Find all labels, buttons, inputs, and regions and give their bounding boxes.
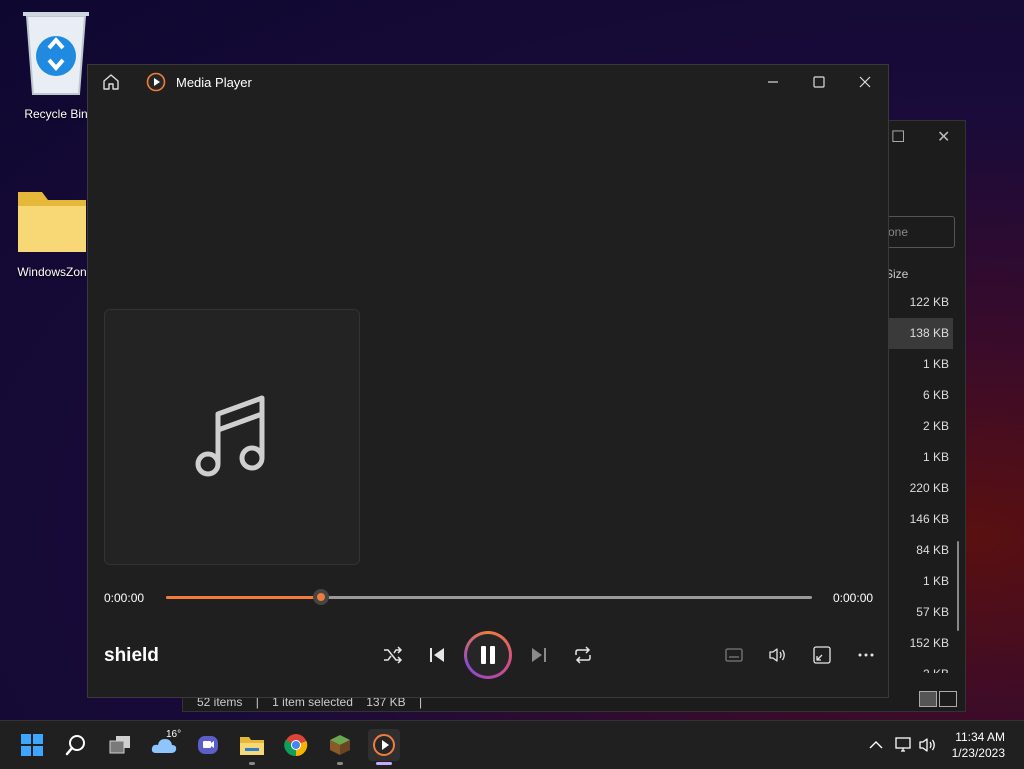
search-icon (65, 735, 85, 756)
captions-button[interactable] (718, 639, 750, 671)
captions-icon (725, 648, 743, 662)
mini-player-icon (813, 646, 831, 664)
file-size[interactable]: 1 KB (883, 349, 953, 380)
chrome-button[interactable] (280, 729, 312, 761)
media-player-icon (373, 734, 395, 756)
desktop-icon-recycle-bin[interactable]: Recycle Bin (14, 8, 98, 121)
close-icon (859, 76, 871, 88)
app-title: Media Player (176, 75, 252, 90)
file-size[interactable]: 1 KB (883, 566, 953, 597)
music-note-icon (195, 395, 265, 477)
search-input[interactable]: one (883, 216, 955, 248)
seek-bar-progress (166, 596, 322, 599)
minecraft-button[interactable] (324, 729, 356, 765)
seek-thumb[interactable] (313, 589, 330, 605)
home-icon[interactable] (102, 73, 120, 91)
repeat-button[interactable] (567, 639, 599, 671)
file-explorer-icon (240, 737, 264, 755)
taskbar: 16° 11:34 AM 1/23/2023 (0, 720, 1024, 769)
scrollbar[interactable] (957, 541, 959, 631)
previous-icon (430, 648, 444, 662)
pause-icon (481, 646, 495, 664)
maximize-button[interactable] (796, 65, 842, 99)
maximize-icon[interactable]: ☐ (891, 127, 905, 147)
network-icon (895, 737, 911, 752)
file-size[interactable]: 84 KB (883, 535, 953, 566)
shuffle-icon (384, 646, 403, 664)
desktop-icon-label: WindowsZon (17, 265, 87, 279)
minimize-icon (768, 81, 778, 83)
media-player-taskbar-button[interactable] (368, 729, 400, 765)
clock-date: 1/23/2023 (951, 746, 1005, 760)
teams-chat-icon (198, 736, 218, 754)
details-view-icon[interactable] (919, 691, 937, 707)
folder-icon (18, 192, 86, 252)
volume-icon (769, 648, 785, 662)
task-view-icon (109, 736, 130, 754)
active-indicator (376, 762, 392, 765)
file-size[interactable]: 57 KB (883, 597, 953, 628)
time-total: 0:00:00 (833, 591, 874, 605)
volume-icon (919, 738, 935, 752)
more-options-button[interactable] (850, 639, 882, 671)
minimize-button[interactable] (750, 65, 796, 99)
shuffle-button[interactable] (377, 639, 409, 671)
clock[interactable]: 11:34 AM 1/23/2023 (952, 729, 1005, 761)
chevron-up-icon (869, 741, 883, 749)
file-size[interactable]: 2 KB (883, 411, 953, 442)
recycle-bin-icon (23, 12, 89, 95)
file-size[interactable]: 220 KB (883, 473, 953, 504)
start-icon (21, 734, 43, 756)
teams-chat-button[interactable] (192, 729, 224, 761)
seek-bar[interactable] (166, 589, 812, 605)
file-explorer-button[interactable] (236, 729, 268, 765)
file-size[interactable]: 152 KB (883, 628, 953, 659)
volume-button[interactable] (762, 639, 794, 671)
maximize-icon (813, 76, 825, 88)
file-size-list: 122 KB 138 KB 1 KB 6 KB 2 KB 1 KB 220 KB… (883, 287, 953, 673)
media-player-window: Media Player 0:00:00 0:00:00 shield (87, 64, 889, 698)
previous-button[interactable] (421, 639, 453, 671)
running-indicator (337, 762, 343, 765)
desktop-icon-label: Recycle Bin (24, 107, 88, 121)
volume-tray-button[interactable] (912, 729, 944, 761)
file-size[interactable]: 122 KB (883, 287, 953, 318)
file-size[interactable]: 1 KB (883, 442, 953, 473)
next-button[interactable] (523, 639, 555, 671)
repeat-icon (575, 646, 591, 664)
file-size[interactable]: 146 KB (883, 504, 953, 535)
task-view-button[interactable] (104, 729, 136, 761)
mini-player-button[interactable] (806, 639, 838, 671)
file-size[interactable]: 2 KB (883, 659, 953, 673)
album-art (104, 309, 360, 565)
file-size[interactable]: 6 KB (883, 380, 953, 411)
close-icon[interactable]: ✕ (937, 127, 950, 147)
running-indicator (249, 762, 255, 765)
tiles-view-icon[interactable] (939, 691, 957, 707)
file-size-selected[interactable]: 138 KB (883, 318, 953, 349)
search-button[interactable] (60, 729, 92, 761)
view-toggle (919, 691, 957, 707)
play-pause-button[interactable] (464, 631, 512, 679)
weather-temperature: 16° (166, 729, 182, 740)
start-button[interactable] (16, 729, 48, 761)
media-player-logo-icon (146, 72, 166, 92)
next-icon (532, 648, 546, 662)
minecraft-icon (330, 735, 350, 755)
time-elapsed: 0:00:00 (104, 591, 145, 605)
title-bar[interactable]: Media Player (88, 65, 888, 99)
close-button[interactable] (842, 65, 888, 99)
track-title: shield (104, 645, 159, 666)
chrome-icon (284, 734, 308, 757)
more-icon (858, 653, 874, 657)
desktop-icon-folder[interactable]: WindowsZon (10, 186, 94, 279)
clock-time: 11:34 AM (955, 730, 1005, 744)
